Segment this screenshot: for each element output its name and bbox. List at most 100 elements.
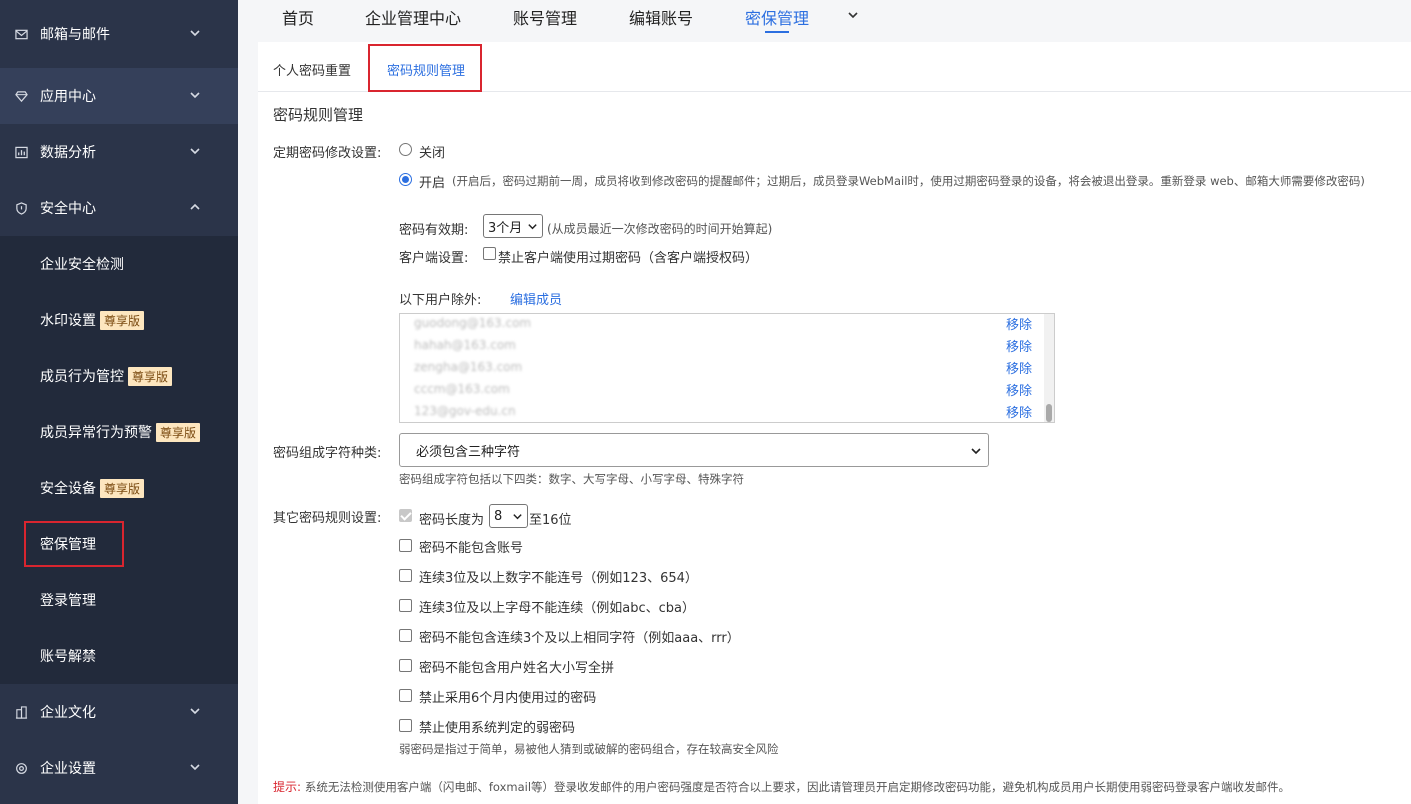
sidebar-group-mail[interactable]: 邮箱与邮件 [0,0,238,68]
chevron-down-icon [190,92,200,99]
tip-text: 系统无法检测使用客户端（闪电邮、foxmail等）登录收发邮件的用户密码强度是否… [304,780,1291,794]
rule-checkbox[interactable] [399,659,412,672]
chevron-up-icon [190,203,200,210]
highlight-box [24,521,124,567]
sidebar-group-label: 数据分析 [40,145,96,161]
excluded-users-list[interactable]: guodong@163.com 移除 hahah@163.com 移除 zeng… [399,313,1055,423]
length-prefix: 密码长度为 [419,513,485,528]
rule-checkbox[interactable] [399,629,412,642]
sidebar-group-analytics[interactable]: 数据分析 [0,124,238,180]
nav-edit-account[interactable]: 编辑账号 [629,5,693,29]
sidebar-item-label: 企业安全检测 [40,257,124,273]
remove-link[interactable]: 移除 [1006,402,1032,421]
radio-on[interactable] [399,173,412,186]
nav-enterprise-center[interactable]: 企业管理中心 [365,5,461,29]
user-email: zengha@163.com [414,360,523,374]
sidebar-group-culture[interactable]: 企业文化 [0,684,238,740]
rule-label: 密码不能包含用户姓名大小写全拼 [419,661,615,676]
premium-badge: 尊享版 [100,310,145,330]
chevron-down-icon [190,764,200,771]
rule-checkbox[interactable] [399,689,412,702]
rule-label: 禁止采用6个月内使用过的密码 [419,691,597,706]
user-email: 123@gov-edu.cn [414,404,516,418]
rule-checkbox[interactable] [399,719,412,732]
chevron-down-icon [971,448,981,455]
sidebar-item-watermark[interactable]: 水印设置 尊享版 [0,292,238,348]
sidebar-item-behavior-control[interactable]: 成员行为管控 尊享版 [0,348,238,404]
premium-badge: 尊享版 [128,366,173,386]
sidebar-group-label: 企业设置 [40,761,96,777]
sidebar-group-label: 安全中心 [40,201,96,217]
user-email: hahah@163.com [414,338,516,352]
tip-label: 提示: [273,780,302,794]
length-suffix: 至16位 [529,513,572,528]
sidebar-group-settings[interactable]: 企业设置 [0,740,238,796]
rule-checkbox[interactable] [399,569,412,582]
user-email: guodong@163.com [414,316,532,330]
radio-off[interactable] [399,143,412,156]
sidebar-item-security-scan[interactable]: 企业安全检测 [0,236,238,292]
sidebar-group-apps[interactable]: 应用中心 [0,68,238,124]
sidebar-group-label: 企业文化 [40,705,96,721]
gear-icon [14,761,28,775]
nav-home[interactable]: 首页 [282,5,314,29]
validity-hint: (从成员最近一次修改密码的时间开始算起) [547,222,773,236]
chevron-down-icon [190,30,200,37]
rule-label: 密码不能包含连续3个及以上相同字符（例如aaa、rrr） [419,631,740,646]
mail-icon [14,27,28,41]
nav-password-protection[interactable]: 密保管理 [745,5,809,29]
length-checkbox [399,509,412,522]
rule-checkbox[interactable] [399,539,412,552]
remove-link[interactable]: 移除 [1006,314,1032,333]
client-expired-checkbox[interactable] [483,247,496,260]
shield-icon [14,201,28,215]
sidebar-item-login-manage[interactable]: 登录管理 [0,572,238,628]
exclude-label: 以下用户除外: [399,293,482,308]
content-panel: 个人密码重置 密码规则管理 密码规则管理 定期密码修改设置: 关闭 开启 (开启… [258,42,1411,804]
building-icon [14,705,28,719]
sidebar-item-label: 成员行为管控 [40,369,124,385]
sidebar-item-account-unblock[interactable]: 账号解禁 [0,628,238,684]
list-item: cccm@163.com 移除 [400,380,1054,402]
highlight-box [368,44,482,92]
sidebar-item-anomaly-alert[interactable]: 成员异常行为预警 尊享版 [0,404,238,460]
chart-icon [14,145,28,159]
active-tab-indicator [765,31,789,33]
nav-account-manage[interactable]: 账号管理 [513,5,577,29]
tab-personal-password-reset[interactable]: 个人密码重置 [273,60,351,79]
sidebar-item-label: 安全设备 [40,481,96,497]
scrollbar[interactable] [1044,314,1054,422]
charset-hint: 密码组成字符包括以下四类：数字、大写字母、小写字母、特殊字符 [399,472,744,486]
premium-badge: 尊享版 [156,422,201,442]
radio-off-label: 关闭 [419,146,446,161]
rule-label: 禁止使用系统判定的弱密码 [419,721,576,736]
other-rules-label: 其它密码规则设置: [273,511,382,526]
remove-link[interactable]: 移除 [1006,336,1032,355]
charset-select[interactable]: 必须包含三种字符 [399,433,989,467]
remove-link[interactable]: 移除 [1006,358,1032,377]
sidebar-item-label: 水印设置 [40,313,96,329]
top-nav: 首页 企业管理中心 账号管理 编辑账号 密保管理 [238,0,1411,36]
diamond-icon [14,89,28,103]
length-select[interactable]: 8 [489,504,528,528]
sidebar-item-label: 账号解禁 [40,649,96,665]
remove-link[interactable]: 移除 [1006,380,1032,399]
sidebar-item-password-protection[interactable]: 密保管理 [0,516,238,572]
sidebar-item-security-device[interactable]: 安全设备 尊享版 [0,460,238,516]
scrollbar-thumb[interactable] [1046,404,1052,422]
rule-label: 连续3位及以上字母不能连续（例如abc、cba） [419,601,696,616]
chevron-down-icon [190,148,200,155]
edit-members-link[interactable]: 编辑成员 [510,289,562,308]
radio-on-description: (开启后，密码过期前一周，成员将收到修改密码的提醒邮件；过期后，成员登录WebM… [452,174,1365,188]
sidebar-item-label: 成员异常行为预警 [40,425,152,441]
list-item: guodong@163.com 移除 [400,314,1054,336]
rule-checkbox[interactable] [399,599,412,612]
chevron-down-icon [513,514,522,520]
list-item: 123@gov-edu.cn 移除 [400,402,1054,422]
validity-select[interactable]: 3个月 [483,214,543,238]
chevron-down-icon [528,224,537,230]
chevron-down-icon[interactable] [846,8,860,22]
sidebar-group-security[interactable]: 安全中心 [0,180,238,236]
periodic-change-label: 定期密码修改设置: [273,146,382,161]
list-item: zengha@163.com 移除 [400,358,1054,380]
